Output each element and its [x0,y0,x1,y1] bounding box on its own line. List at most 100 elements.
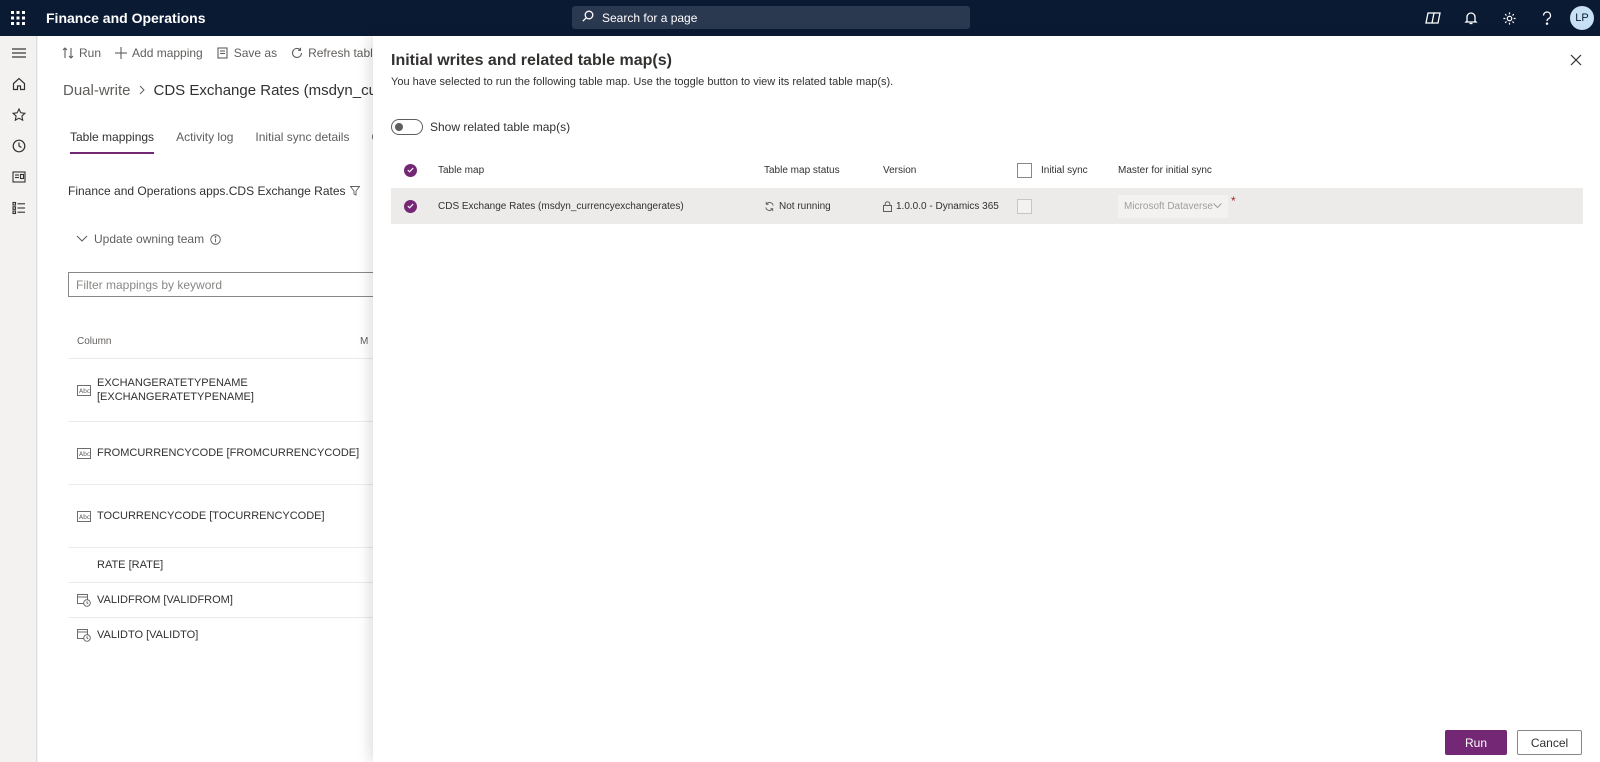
breadcrumb-current: CDS Exchange Rates (msdyn_currer [153,82,373,99]
row-checkbox[interactable] [404,188,417,224]
star-icon[interactable] [0,99,37,130]
row-initial-sync-checkbox[interactable] [1017,188,1032,224]
column-header[interactable]: Column [77,336,111,347]
show-related-toggle-label: Show related table map(s) [430,120,571,134]
home-icon[interactable] [0,68,37,99]
refresh-tables-label: Refresh tables [308,46,373,60]
svg-text:Abc: Abc [79,388,90,395]
text-field-icon: Abc [77,384,93,396]
add-mapping-label: Add mapping [132,46,203,60]
table-row[interactable]: Abc EXCHANGERATETYPENAME [EXCHANGERATETY… [68,358,373,421]
header-initial-sync-checkbox[interactable] [1017,156,1032,184]
save-as-label: Save as [233,46,278,60]
lock-icon [883,200,892,212]
app-title[interactable]: Finance and Operations [46,10,205,26]
row-version: 1.0.0.0 - Dynamics 365 [883,188,999,224]
row-column-name: VALIDTO [VALIDTO] [97,629,199,641]
filter-mappings-input[interactable]: Filter mappings by keyword [68,272,373,297]
column-header-2[interactable]: M [360,336,368,347]
clock-icon[interactable] [0,130,37,161]
table-row[interactable]: RATE [RATE] [68,547,373,582]
mapping-rows: Abc EXCHANGERATETYPENAME [EXCHANGERATETY… [68,358,373,652]
search-icon [582,10,594,25]
show-related-toggle[interactable] [391,119,423,135]
table-row[interactable]: Abc FROMCURRENCYCODE [FROMCURRENCYCODE] [68,421,373,484]
row-column-name: EXCHANGERATETYPENAME [EXCHANGERATETYPENA… [97,377,254,403]
row-version-text: 1.0.0.0 - Dynamics 365 [896,200,999,212]
row-column-name: VALIDFROM [VALIDFROM] [97,594,233,606]
row-status: Not running [764,188,831,224]
date-time-icon [77,593,93,607]
table-row[interactable]: VALIDFROM [VALIDFROM] [68,582,373,617]
chevron-right-icon [139,84,146,98]
avatar[interactable]: LP [1570,6,1594,30]
header-initial-sync[interactable]: Initial sync [1041,156,1088,184]
bell-icon[interactable] [1452,0,1490,36]
header-master[interactable]: Master for initial sync [1118,156,1212,184]
table-row[interactable]: Abc TOCURRENCYCODE [TOCURRENCYCODE] [68,484,373,547]
top-bar: Finance and Operations Search for a page… [0,0,1600,36]
chevron-down-icon [76,235,88,242]
sort-icon [62,47,74,59]
text-field-icon: Abc [77,447,93,459]
update-owning-team-label: Update owning team [94,232,205,246]
svg-text:Abc: Abc [79,514,90,521]
run-action[interactable]: Run [62,46,101,60]
table-map-grid-header: Table map Table map status Version Initi… [391,156,1583,184]
select-all-checkbox[interactable] [404,156,417,184]
run-action-label: Run [79,46,102,60]
add-mapping-action[interactable]: Add mapping [115,46,203,60]
master-select[interactable]: Microsoft Dataverse [1118,194,1228,218]
update-owning-team-toggle[interactable]: Update owning team [76,232,221,246]
refresh-icon [292,47,303,59]
search-box[interactable]: Search for a page [572,6,970,29]
save-as-action[interactable]: Save as [217,46,277,60]
row-column-name: FROMCURRENCYCODE [FROMCURRENCYCODE] [97,447,360,459]
master-select-value: Microsoft Dataverse [1124,200,1213,212]
row-master: Microsoft Dataverse * [1118,188,1236,224]
row-column-name: RATE [RATE] [97,559,164,571]
tab-initial-sync-details[interactable]: Initial sync details [255,130,349,154]
header-table-map[interactable]: Table map [438,156,484,184]
modules-icon[interactable] [0,192,37,223]
tab-list: Table mappings Activity log Initial sync… [70,130,373,154]
breadcrumb-root[interactable]: Dual-write [63,82,131,99]
save-as-icon [217,47,228,59]
svg-text:Abc: Abc [79,451,90,458]
hamburger-icon[interactable] [0,37,37,68]
cancel-button[interactable]: Cancel [1517,730,1582,755]
sync-icon [765,201,774,211]
action-bar: Run Add mapping Save as Refresh tables [38,36,373,70]
text-field-icon: Abc [77,510,93,522]
filter-icon[interactable] [349,186,360,196]
checkmark-icon [404,163,417,177]
entity-title-text: Finance and Operations apps.CDS Exchange… [68,184,346,198]
table-row[interactable]: CDS Exchange Rates (msdyn_currencyexchan… [391,188,1583,224]
initial-writes-dialog: Initial writes and related table map(s) … [373,36,1600,762]
top-icons: LP [1414,0,1600,36]
close-icon[interactable] [1570,54,1586,70]
copilot-icon[interactable] [1414,0,1452,36]
date-time-icon [77,628,93,642]
workspaces-icon[interactable] [0,161,37,192]
search-placeholder: Search for a page [602,10,698,25]
entity-title: Finance and Operations apps.CDS Exchange… [68,184,360,198]
table-row[interactable]: VALIDTO [VALIDTO] [68,617,373,652]
plus-icon [115,47,128,59]
row-column-name: TOCURRENCYCODE [TOCURRENCYCODE] [97,510,325,522]
show-related-toggle-group: Show related table map(s) [391,119,570,135]
run-button[interactable]: Run [1445,730,1507,755]
tab-table-mappings[interactable]: Table mappings [70,130,155,154]
header-table-map-status[interactable]: Table map status [764,156,840,184]
tab-activity-log[interactable]: Activity log [176,130,233,154]
dialog-subtitle: You have selected to run the following t… [391,76,894,88]
gear-icon[interactable] [1490,0,1528,36]
app-launcher-icon[interactable] [0,0,36,36]
row-table-map: CDS Exchange Rates (msdyn_currencyexchan… [438,200,684,212]
header-version[interactable]: Version [883,156,916,184]
required-mark: * [1231,194,1236,208]
refresh-tables-action[interactable]: Refresh tables [291,46,373,60]
help-icon[interactable] [1528,0,1566,36]
row-status-text: Not running [779,200,831,212]
left-nav [0,36,37,762]
